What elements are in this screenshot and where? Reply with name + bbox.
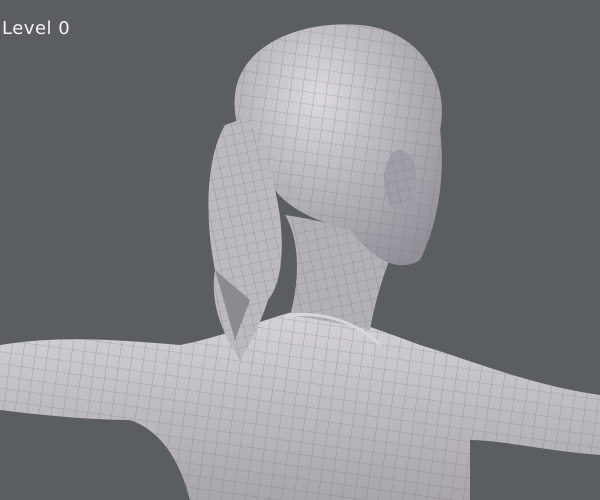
character-ear [384, 150, 416, 210]
3d-viewport[interactable] [0, 0, 600, 500]
subdivision-level-label: Level 0 [2, 18, 71, 39]
character-body [0, 310, 600, 500]
